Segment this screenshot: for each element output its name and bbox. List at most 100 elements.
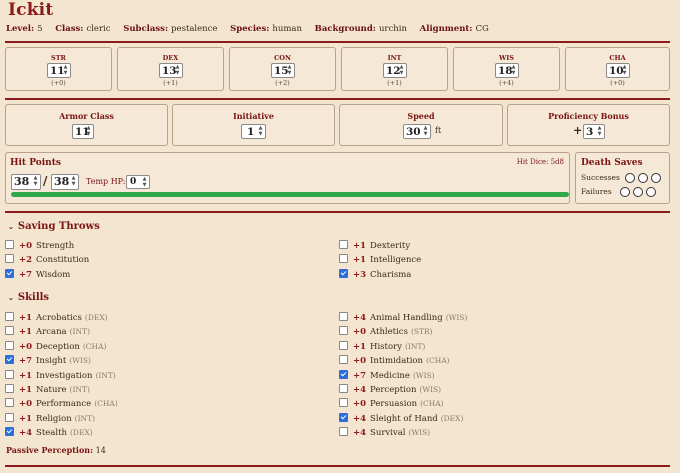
skill-proficiency-checkbox[interactable] [339,340,348,350]
proficiency-input[interactable]: 3 ▲ ▼ [583,124,605,139]
ability-name: CHA [609,54,626,62]
subclass-value[interactable]: pestalence [171,24,217,34]
save-name: Strength [36,241,75,251]
skill-proficiency-checkbox[interactable] [5,355,14,365]
stepper-arrows-icon[interactable]: ▲ ▼ [286,64,293,76]
skill-proficiency-checkbox[interactable] [5,398,14,408]
bonus-value: +2 [19,255,33,266]
success-circle-icon[interactable] [651,173,662,183]
failure-circle-icon[interactable] [620,187,631,197]
skill-proficiency-checkbox[interactable] [339,312,348,321]
skill-name: Deception [36,341,80,352]
skill-proficiency-checkbox[interactable] [5,326,14,336]
skill-ability-abbr: (INT) [74,413,96,423]
stepper-arrows-icon[interactable]: ▲ ▼ [422,125,429,137]
stepper-arrows-icon[interactable]: ▲ ▼ [32,175,39,187]
current-hp-input[interactable]: 38 ▲ ▼ [11,174,41,190]
success-circle-icon[interactable] [638,173,649,183]
ability-score-input[interactable]: 10 ▲ ▼ [606,63,630,78]
skill-ability-abbr: (STR) [410,327,433,337]
skill-proficiency-checkbox[interactable] [339,369,348,379]
skill-name: Athletics [370,327,408,338]
skill-name: Persuasion [370,399,418,410]
failure-circle-icon[interactable] [646,187,657,197]
armor-class-input[interactable]: 11 ▲ ▼ [72,124,94,139]
skill-row: +4 Survival (WIS) [339,427,430,439]
passive-perception-value: 14 [95,446,106,455]
success-circle-icon[interactable] [625,173,636,183]
bonus-value: +4 [353,313,367,323]
level-value[interactable]: 5 [37,24,42,34]
stepper-arrows-icon[interactable]: ▲ ▼ [141,176,148,188]
skill-proficiency-checkbox[interactable] [5,384,14,393]
save-proficiency-checkbox[interactable] [339,254,348,264]
save-proficiency-checkbox[interactable] [339,240,348,249]
saving-throw-row: +3 Charisma [339,268,411,281]
stepper-arrows-icon[interactable]: ▲ ▼ [70,175,77,187]
skill-name: Religion [36,413,72,424]
stepper-arrows-icon[interactable]: ▲ ▼ [596,125,603,137]
proficiency-box: Proficiency Bonus + 3 ▲ ▼ [507,104,670,146]
ability-score-input[interactable]: 15 ▲ ▼ [271,63,295,78]
ability-score-input[interactable]: 18 ▲ ▼ [495,63,519,78]
skill-proficiency-checkbox[interactable] [339,427,348,437]
skills-title: Skills [17,292,50,303]
ability-name: WIS [498,54,515,62]
save-proficiency-checkbox[interactable] [339,268,348,278]
stepper-arrows-icon[interactable]: ▲ ▼ [257,125,264,137]
divider [5,211,670,213]
skill-name: Performance [36,399,92,410]
ability-score-input[interactable]: 12 ▲ ▼ [383,63,407,78]
bonus-value: +0 [19,241,33,251]
skill-proficiency-checkbox[interactable] [339,412,348,422]
skill-proficiency-checkbox[interactable] [5,427,14,437]
alignment-value[interactable]: CG [475,24,488,34]
class-value[interactable]: cleric [86,24,110,34]
skill-row: +7 Insight (WIS) [5,355,91,367]
ability-score-input[interactable]: 11 ▲ ▼ [47,63,71,78]
bonus-value: +1 [353,241,367,251]
temp-hp-input[interactable]: 0 ▲ ▼ [126,175,150,189]
background-value[interactable]: urchin [379,24,407,34]
save-proficiency-checkbox[interactable] [5,254,14,264]
speed-input[interactable]: 30 ▲ ▼ [403,124,431,139]
bonus-value: +1 [353,341,367,352]
skill-row: +4 Stealth (DEX) [5,427,93,439]
initiative-input[interactable]: 1 ▲ ▼ [241,124,266,139]
death-saves-box: Death Saves Successes Failures [575,152,670,204]
ability-score-input[interactable]: 13 ▲ ▼ [159,63,183,78]
skill-proficiency-checkbox[interactable] [5,312,14,321]
skill-proficiency-checkbox[interactable] [339,326,348,336]
species-value[interactable]: human [272,24,302,34]
bonus-value: +4 [19,428,33,439]
skill-proficiency-checkbox[interactable] [339,384,348,393]
ability-modifier: (+0) [610,79,625,87]
skill-proficiency-checkbox[interactable] [339,398,348,408]
skill-ability-abbr: (CHA) [426,356,450,366]
skill-proficiency-checkbox[interactable] [339,355,348,365]
skill-proficiency-checkbox[interactable] [5,369,14,379]
ability-name: DEX [162,54,179,62]
skill-name: Perception [370,385,417,395]
skill-name: Stealth [36,428,67,439]
skill-proficiency-checkbox[interactable] [5,412,14,422]
stepper-arrows-icon[interactable]: ▲ ▼ [621,64,628,76]
saving-throws-header[interactable]: ⌄ Saving Throws [8,221,100,232]
skill-row: +0 Persuasion (CHA) [339,398,444,410]
stepper-arrows-icon[interactable]: ▲ ▼ [510,64,517,76]
bonus-value: +0 [19,341,33,352]
stepper-arrows-icon[interactable]: ▲ ▼ [62,64,69,76]
max-hp-input[interactable]: 38 ▲ ▼ [51,174,79,190]
ability-con: CON 15 ▲ ▼ (+2) [229,47,336,91]
ability-modifier: (+0) [51,79,66,87]
skills-header[interactable]: ⌄ Skills [8,292,49,303]
stepper-arrows-icon[interactable]: ▲ ▼ [174,64,181,76]
skill-proficiency-checkbox[interactable] [5,340,14,350]
failure-circle-icon[interactable] [633,187,644,197]
save-proficiency-checkbox[interactable] [5,268,14,278]
skill-ability-abbr: (INT) [404,341,426,351]
stepper-arrows-icon[interactable]: ▲ ▼ [398,64,405,76]
divider [5,41,670,43]
save-proficiency-checkbox[interactable] [5,240,14,249]
stepper-arrows-icon[interactable]: ▲ ▼ [85,125,92,137]
